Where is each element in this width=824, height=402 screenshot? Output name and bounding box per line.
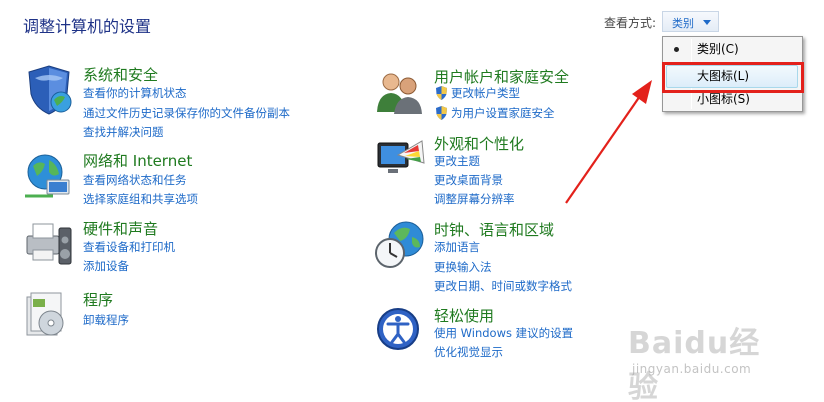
- link-family-safety[interactable]: 为用户设置家庭安全: [434, 105, 555, 121]
- link-desktop-background[interactable]: 更改桌面背景: [434, 172, 503, 188]
- link-uninstall-program[interactable]: 卸载程序: [83, 312, 129, 328]
- link-change-theme[interactable]: 更改主题: [434, 153, 480, 169]
- clock-globe-icon: [375, 221, 424, 268]
- printer-speaker-icon: [26, 223, 72, 265]
- link-change-input-method[interactable]: 更换输入法: [434, 259, 492, 275]
- link-screen-resolution[interactable]: 调整屏幕分辨率: [434, 191, 515, 207]
- link-add-language[interactable]: 添加语言: [434, 239, 480, 255]
- link-view-network-status[interactable]: 查看网络状态和任务: [83, 172, 187, 188]
- network-globe-icon: [25, 154, 70, 198]
- link-label: 为用户设置家庭安全: [451, 106, 555, 120]
- baidu-watermark: Baidu经验 jingyan.baidu.com: [628, 314, 788, 402]
- category-title[interactable]: 网络和 Internet: [83, 150, 192, 171]
- link-windows-recommended-settings[interactable]: 使用 Windows 建议的设置: [434, 325, 573, 341]
- watermark-url: jingyan.baidu.com: [632, 362, 752, 376]
- category-title[interactable]: 系统和安全: [83, 64, 158, 85]
- category-title[interactable]: 硬件和声音: [83, 218, 158, 239]
- link-file-history-backup[interactable]: 通过文件历史记录保存你的文件备份副本: [83, 105, 290, 121]
- category-title[interactable]: 轻松使用: [434, 305, 494, 326]
- category-title[interactable]: 用户帐户和家庭安全: [434, 66, 569, 87]
- link-add-device[interactable]: 添加设备: [83, 258, 129, 274]
- link-troubleshoot[interactable]: 查找并解决问题: [83, 124, 164, 140]
- monitor-palette-icon: [377, 140, 425, 173]
- link-homegroup-sharing[interactable]: 选择家庭组和共享选项: [83, 191, 198, 207]
- category-title[interactable]: 程序: [83, 289, 113, 310]
- link-view-computer-status[interactable]: 查看你的计算机状态: [83, 85, 187, 101]
- uac-shield-icon: [436, 86, 447, 100]
- users-icon: [377, 73, 422, 114]
- link-label: 更改帐户类型: [451, 86, 520, 100]
- link-optimize-visual-display[interactable]: 优化视觉显示: [434, 344, 503, 360]
- category-title[interactable]: 时钟、语言和区域: [434, 219, 554, 240]
- category-title[interactable]: 外观和个性化: [434, 133, 524, 154]
- uac-shield-icon: [436, 106, 447, 120]
- shield-globe-icon: [28, 65, 72, 115]
- link-devices-printers[interactable]: 查看设备和打印机: [83, 239, 175, 255]
- watermark-brand: Baidu经验: [628, 326, 761, 402]
- accessibility-icon: [377, 308, 419, 350]
- link-date-time-format[interactable]: 更改日期、时间或数字格式: [434, 278, 572, 294]
- link-change-account-type[interactable]: 更改帐户类型: [434, 85, 520, 101]
- programs-disc-icon: [26, 292, 64, 336]
